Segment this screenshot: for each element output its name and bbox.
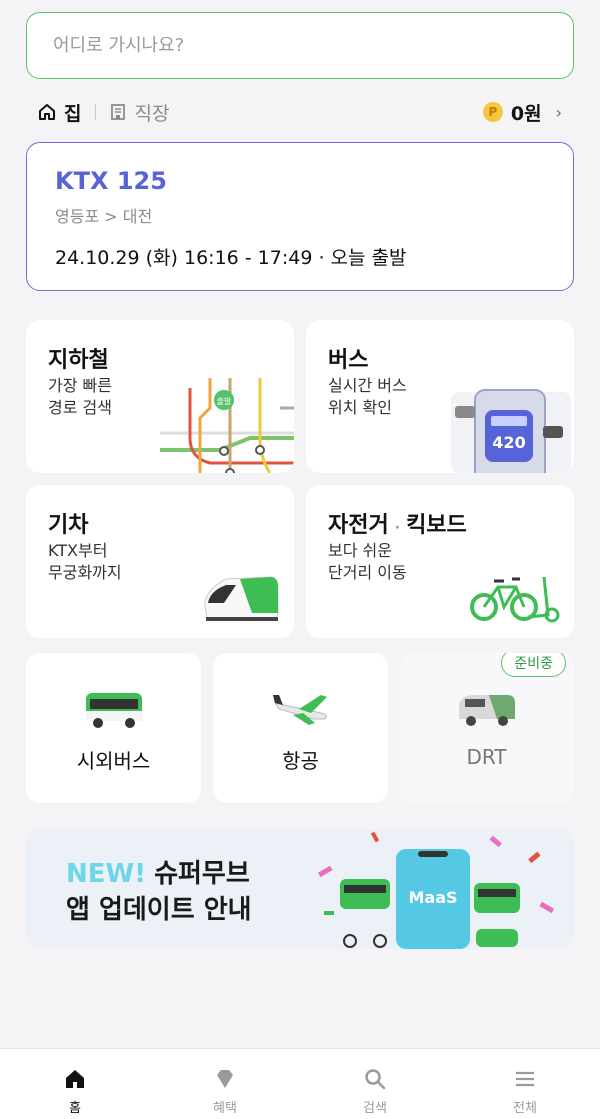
bus-number: 420 [492, 433, 525, 452]
banner-line2: 앱 업데이트 안내 [66, 895, 252, 925]
menu-icon [516, 1071, 534, 1087]
saved-places: 집 직장 [38, 97, 169, 127]
title-separator-dot: · [394, 520, 401, 536]
ticket-card[interactable]: KTX 125 영등포 > 대전 24.10.29 (화) 16:16 - 17… [26, 142, 574, 291]
nav-benefit[interactable]: 혜택 [150, 1049, 300, 1119]
search-box[interactable] [26, 12, 574, 79]
subway-title: 지하철 [48, 348, 109, 373]
ticket-time: 24.10.29 (화) 16:16 - 17:49 · 오늘 출발 [55, 247, 407, 269]
bus-desc-line1: 실시간 버스 [328, 376, 407, 395]
nav-home-label: 홈 [69, 1101, 81, 1116]
bike-title-part1: 자전거 [328, 513, 389, 538]
train-desc: KTX부터무궁화까지 [48, 540, 198, 584]
subway-card[interactable]: 지하철 가장 빠른경로 검색 출발 [26, 320, 294, 473]
ticket-route: 영등포 > 대전 [55, 207, 153, 226]
drt-label: DRT [466, 745, 507, 769]
banner-line1-text: 슈퍼무브 [154, 859, 250, 889]
place-home-label: 집 [64, 102, 82, 125]
train-illustration [204, 576, 279, 621]
drt-tile[interactable]: 준비중 DRT [399, 653, 574, 803]
banner-new: NEW! [66, 859, 147, 889]
train-card[interactable]: 기차 KTX부터무궁화까지 [26, 485, 294, 638]
chevron-right-icon: › [555, 102, 562, 122]
coming-soon-badge: 준비중 [501, 653, 566, 677]
search-input[interactable] [27, 13, 573, 78]
bike-desc-line2: 단거리 이동 [328, 563, 407, 582]
bike-card[interactable]: 자전거 · 킥보드 보다 쉬운단거리 이동 [306, 485, 574, 638]
intercity-bus-label: 시외버스 [76, 749, 151, 773]
air-tile[interactable]: 항공 [213, 653, 388, 803]
home-icon [39, 104, 55, 120]
bus-card[interactable]: 버스 실시간 버스위치 확인 420 [306, 320, 574, 473]
banner-line1: NEW! 슈퍼무브 [66, 853, 250, 890]
nav-all[interactable]: 전체 [450, 1049, 600, 1119]
point-amount: 0원 [510, 102, 542, 125]
banner-illustration: MaaS [317, 831, 555, 949]
intercity-bus-tile[interactable]: 시외버스 [26, 653, 201, 803]
point-coin-icon: P [482, 102, 503, 122]
building-icon [111, 104, 126, 120]
subway-pin-label: 출발 [217, 396, 232, 406]
divider [95, 104, 97, 120]
place-work-label: 직장 [134, 102, 170, 125]
train-desc-line2: 무궁화까지 [48, 563, 122, 582]
train-title: 기차 [48, 513, 89, 538]
bike-title: 자전거 · 킥보드 [328, 507, 467, 539]
bus-desc-line2: 위치 확인 [328, 398, 392, 417]
diamond-icon [217, 1070, 233, 1088]
ticket-train: KTX 125 [55, 167, 167, 195]
nav-search-label: 검색 [363, 1101, 387, 1116]
bus-illustration: 420 [451, 389, 571, 473]
bike-title-part2: 킥보드 [406, 513, 467, 538]
subway-desc-line2: 경로 검색 [48, 398, 112, 417]
bike-desc-line1: 보다 쉬운 [328, 541, 392, 560]
subway-map-illustration: 출발 [160, 378, 294, 473]
bike-desc: 보다 쉬운단거리 이동 [328, 540, 478, 584]
drt-van-icon [458, 695, 515, 726]
nav-home[interactable]: 홈 [0, 1049, 150, 1119]
search-icon [365, 1069, 386, 1090]
place-work[interactable]: 직장 [110, 99, 169, 126]
nav-all-label: 전체 [513, 1101, 537, 1116]
update-banner[interactable]: NEW! 슈퍼무브 앱 업데이트 안내 MaaS [26, 829, 574, 949]
nav-benefit-label: 혜택 [213, 1101, 237, 1116]
place-home[interactable]: 집 [38, 99, 81, 126]
nav-search[interactable]: 검색 [300, 1049, 450, 1119]
subway-desc-line1: 가장 빠른 [48, 376, 112, 395]
bus-title: 버스 [328, 348, 369, 373]
bottom-nav: 홈 혜택 검색 전체 [0, 1048, 600, 1119]
intercity-bus-icon [85, 693, 142, 728]
point-balance[interactable]: P 0원 › [482, 97, 562, 127]
airplane-icon [272, 695, 327, 725]
home-icon [66, 1070, 84, 1088]
train-desc-line1: KTX부터 [48, 541, 108, 560]
bike-illustration [470, 576, 560, 623]
air-label: 항공 [282, 749, 319, 773]
banner-phone-label: MaaS [408, 888, 457, 907]
